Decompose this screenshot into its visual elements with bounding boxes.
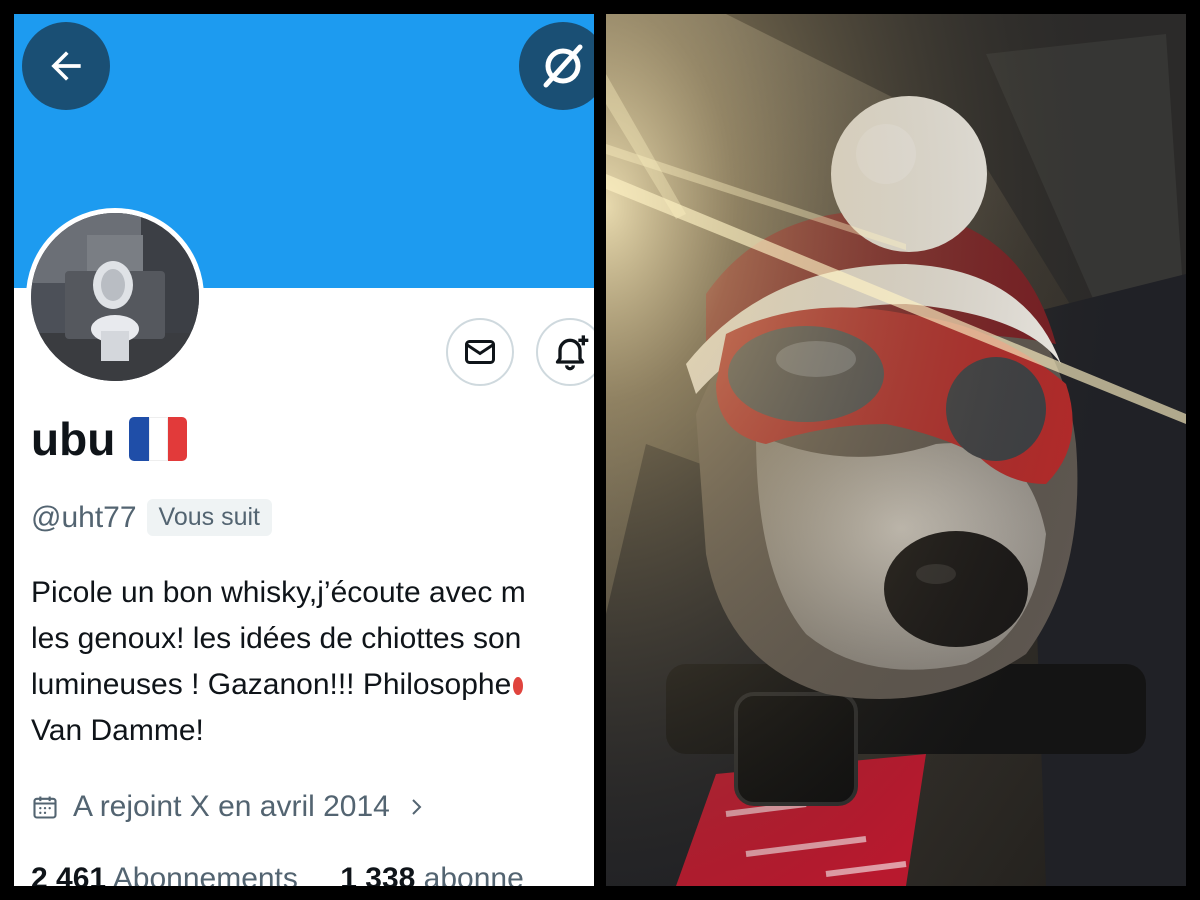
message-button[interactable]: [446, 318, 514, 386]
chevron-right-icon: [412, 799, 422, 815]
followers-count: 1 338: [340, 862, 416, 886]
calendar-icon: [33, 796, 57, 819]
bio-line-text: lumineuses ! Gazanon!!! Philosophe: [31, 668, 512, 701]
avatar[interactable]: [26, 208, 204, 386]
flag-white-stripe: [148, 417, 168, 461]
follow-stats: 2 461 Abonnements 1 338 abonne: [31, 862, 524, 886]
following-count: 2 461: [31, 862, 107, 886]
share-icon: [543, 44, 583, 88]
bio-line: Van Damme!: [31, 714, 204, 747]
dog-photo-panel: [606, 14, 1186, 886]
red-emoji-fragment: [513, 677, 524, 696]
avatar-toilet-photo: [31, 213, 199, 381]
joined-date-row[interactable]: A rejoint X en avril 2014: [31, 790, 428, 824]
arrow-left-icon: [51, 51, 81, 81]
flag-blue-stripe: [129, 417, 149, 461]
followers-label: abonne: [423, 862, 524, 886]
display-name-text: ubu: [31, 413, 116, 465]
profile-bio: Picole un bon whisky,j’écoute avec m les…: [31, 570, 594, 754]
following-label: Abonnements: [112, 862, 298, 886]
bio-line: Picole un bon whisky,j’écoute avec m: [31, 576, 526, 609]
following-link[interactable]: 2 461 Abonnements: [31, 862, 298, 886]
notify-button[interactable]: [536, 318, 594, 386]
bio-line: lumineuses ! Gazanon!!! Philosophe: [31, 662, 594, 708]
french-flag-emoji: [129, 417, 188, 461]
display-name: ubu: [31, 412, 188, 466]
joined-date: A rejoint X en avril 2014: [73, 790, 390, 823]
dog-with-goggles-photo: [606, 14, 1186, 886]
profile-screenshot-panel: ubu @uht77 Vous suit Picole un bon whisk…: [14, 14, 594, 886]
handle-row: @uht77 Vous suit: [31, 499, 272, 536]
mail-icon: [465, 340, 495, 364]
follows-you-badge: Vous suit: [146, 499, 272, 536]
followers-link[interactable]: 1 338 abonne: [340, 862, 524, 886]
back-button[interactable]: [22, 22, 110, 110]
bio-line: les genoux! les idées de chiottes son: [31, 622, 522, 655]
flag-red-stripe: [167, 417, 188, 461]
username-handle: @uht77: [31, 500, 137, 534]
bell-plus-icon: [555, 335, 589, 371]
